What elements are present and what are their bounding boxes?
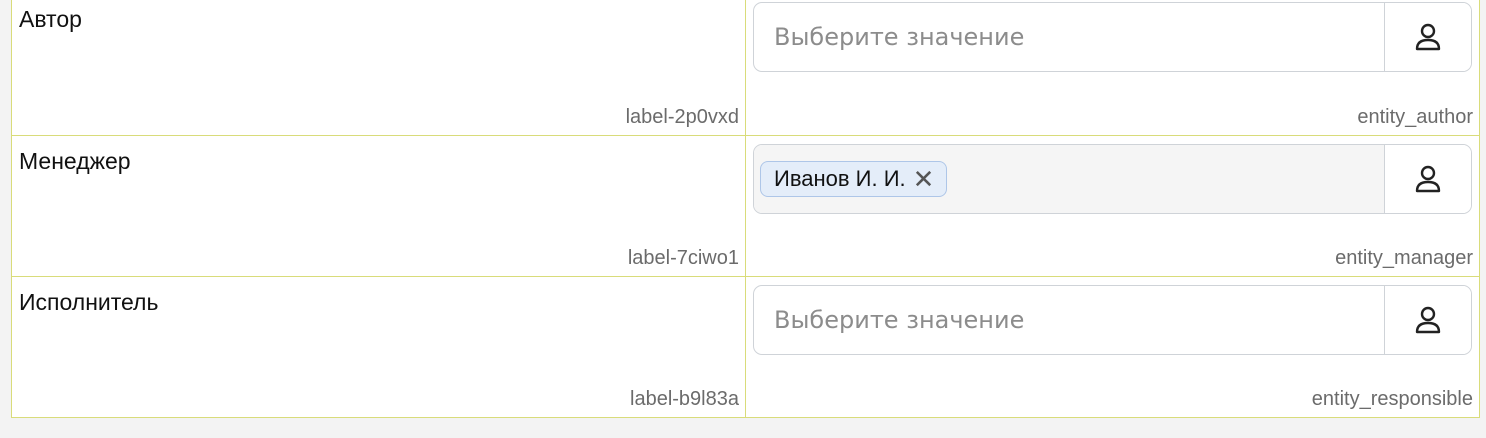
field-cell-responsible: Выберите значение entity_responsible: [746, 277, 1479, 417]
label-cell-author: Автор label-2p0vxd: [12, 0, 746, 135]
author-picker[interactable]: Выберите значение: [753, 2, 1472, 72]
field-label-author: Автор: [19, 6, 82, 32]
entity-form: Автор label-2p0vxd Выберите значение ent…: [11, 0, 1480, 418]
manager-select-user-button[interactable]: [1384, 145, 1471, 213]
responsible-picker-input[interactable]: Выберите значение: [754, 286, 1384, 354]
manager-picker[interactable]: Иванов И. И. ✕: [753, 144, 1472, 214]
field-cell-author: Выберите значение entity_author: [746, 0, 1479, 135]
form-row-author: Автор label-2p0vxd Выберите значение ent…: [12, 0, 1479, 135]
label-cell-responsible: Исполнитель label-b9l83a: [12, 277, 746, 417]
manager-picker-input[interactable]: Иванов И. И. ✕: [754, 145, 1384, 213]
form-row-responsible: Исполнитель label-b9l83a Выберите значен…: [12, 276, 1479, 417]
user-icon: [1415, 165, 1441, 193]
form-row-manager: Менеджер label-7ciwo1 Иванов И. И. ✕ ent…: [12, 135, 1479, 276]
label-id-responsible: label-b9l83a: [630, 388, 739, 410]
field-id-responsible: entity_responsible: [1311, 388, 1473, 410]
label-id-manager: label-7ciwo1: [627, 247, 739, 269]
label-cell-manager: Менеджер label-7ciwo1: [12, 136, 746, 276]
author-placeholder: Выберите значение: [774, 23, 1025, 51]
label-id-author: label-2p0vxd: [625, 106, 739, 128]
responsible-select-user-button[interactable]: [1384, 286, 1471, 354]
remove-chip-icon[interactable]: ✕: [913, 166, 935, 192]
field-label-responsible: Исполнитель: [19, 289, 159, 315]
responsible-picker[interactable]: Выберите значение: [753, 285, 1472, 355]
responsible-placeholder: Выберите значение: [774, 306, 1025, 334]
user-icon: [1415, 23, 1441, 51]
field-id-author: entity_author: [1357, 106, 1473, 128]
field-id-manager: entity_manager: [1335, 247, 1473, 269]
author-select-user-button[interactable]: [1384, 3, 1471, 71]
field-label-manager: Менеджер: [19, 148, 131, 174]
field-cell-manager: Иванов И. И. ✕ entity_manager: [746, 136, 1479, 276]
selected-value-chip: Иванов И. И. ✕: [760, 161, 948, 197]
author-picker-input[interactable]: Выберите значение: [754, 3, 1384, 71]
chip-label: Иванов И. И.: [774, 166, 906, 191]
user-icon: [1415, 306, 1441, 334]
